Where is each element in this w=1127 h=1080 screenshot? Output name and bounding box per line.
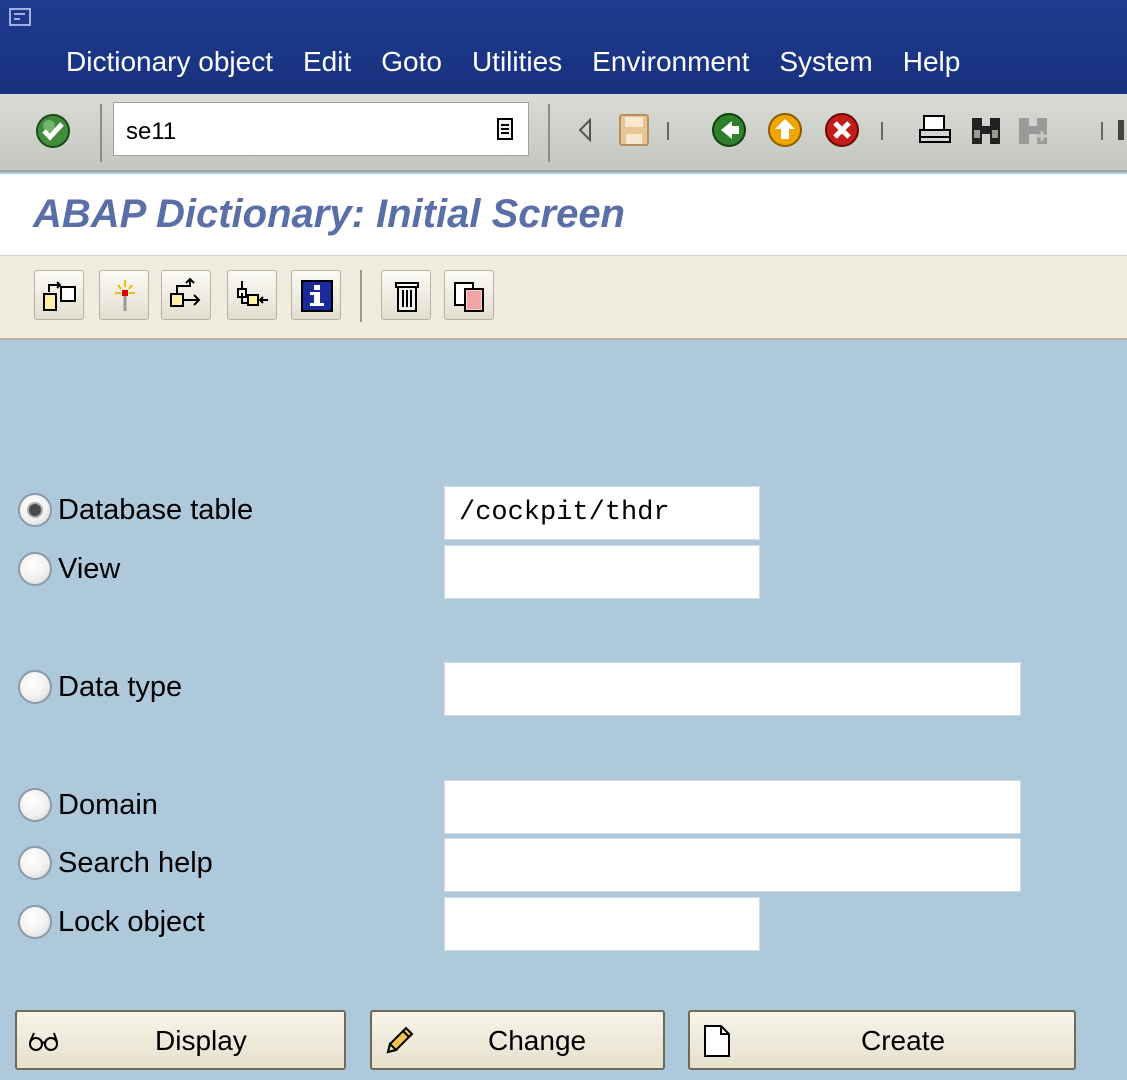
application-toolbar	[0, 256, 1127, 340]
option-database-table[interactable]: Database table	[18, 493, 253, 527]
copy-button[interactable]	[444, 270, 494, 320]
menu-bar: Dictionary object Edit Goto Utilities En…	[0, 0, 1127, 94]
menu-environment[interactable]: Environment	[592, 46, 749, 78]
menu-utilities[interactable]: Utilities	[472, 46, 562, 78]
first-page-icon[interactable]	[1112, 110, 1127, 150]
option-data-type[interactable]: Data type	[18, 670, 182, 704]
command-field-value: se11	[126, 118, 177, 145]
display-object-list-button[interactable]	[227, 270, 277, 320]
exit-icon[interactable]	[765, 110, 805, 150]
pencil-icon	[386, 1026, 414, 1054]
radio-search-help[interactable]	[18, 846, 52, 880]
input-view[interactable]	[444, 545, 760, 599]
delete-button[interactable]	[381, 270, 431, 320]
radio-view[interactable]	[18, 552, 52, 586]
option-view[interactable]: View	[18, 552, 120, 586]
other-object-button[interactable]	[34, 270, 84, 320]
menu-dictionary-object[interactable]: Dictionary object	[66, 46, 273, 78]
copy-icon	[454, 282, 484, 312]
radio-domain[interactable]	[18, 788, 52, 822]
toolbar-separator	[667, 122, 669, 140]
collapse-arrow-icon[interactable]	[566, 110, 606, 150]
command-history-icon[interactable]	[496, 118, 514, 140]
cancel-icon[interactable]	[822, 110, 862, 150]
info-button[interactable]	[291, 270, 341, 320]
input-lock-object[interactable]	[444, 897, 760, 951]
system-menu-icon[interactable]	[9, 8, 31, 26]
input-database-table-value: /cockpit/thdr	[459, 498, 670, 528]
glasses-icon	[29, 1032, 58, 1051]
app-toolbar-separator	[360, 270, 362, 322]
back-icon[interactable]	[709, 110, 749, 150]
menu-help[interactable]: Help	[903, 46, 961, 78]
change-button[interactable]: Change	[370, 1010, 665, 1070]
input-domain[interactable]	[444, 780, 1021, 834]
input-search-help[interactable]	[444, 838, 1021, 892]
toolbar-separator	[1101, 122, 1103, 140]
radio-database-table[interactable]	[18, 493, 52, 527]
radio-data-type[interactable]	[18, 670, 52, 704]
other-object-icon	[43, 281, 76, 311]
option-domain[interactable]: Domain	[18, 788, 158, 822]
label-search-help: Search help	[58, 846, 213, 879]
find-next-icon	[1019, 118, 1047, 144]
menu-system[interactable]: System	[779, 46, 872, 78]
toolbar-separator	[881, 122, 883, 140]
command-field[interactable]: se11	[113, 102, 529, 156]
input-database-table[interactable]: /cockpit/thdr	[444, 486, 760, 540]
where-used-button[interactable]	[161, 270, 211, 320]
toolbar-separator	[548, 104, 550, 162]
create-button-label: Create	[861, 1025, 946, 1056]
toolbar-separator	[100, 104, 102, 162]
activate-button[interactable]	[99, 270, 149, 320]
display-button[interactable]: Display	[15, 1010, 346, 1070]
display-button-label: Display	[155, 1025, 247, 1056]
find-icon[interactable]	[966, 110, 1006, 150]
option-lock-object[interactable]: Lock object	[18, 905, 205, 939]
object-list-icon	[237, 281, 268, 306]
trash-icon	[395, 282, 419, 312]
label-domain: Domain	[58, 788, 158, 821]
label-view: View	[58, 552, 121, 585]
label-lock-object: Lock object	[58, 905, 205, 938]
new-document-icon	[704, 1025, 730, 1057]
label-data-type: Data type	[58, 670, 183, 703]
option-search-help[interactable]: Search help	[18, 846, 213, 880]
print-icon[interactable]	[915, 110, 955, 150]
activate-wand-icon	[115, 280, 135, 311]
menu-goto[interactable]: Goto	[381, 46, 442, 78]
where-used-icon	[170, 277, 201, 307]
create-button[interactable]: Create	[688, 1010, 1076, 1070]
save-icon	[619, 114, 649, 146]
page-title: ABAP Dictionary: Initial Screen	[33, 192, 625, 236]
input-data-type[interactable]	[444, 662, 1021, 716]
info-icon	[301, 280, 333, 312]
label-database-table: Database table	[58, 493, 254, 526]
menu-edit[interactable]: Edit	[303, 46, 351, 78]
enter-check-icon[interactable]	[34, 112, 72, 150]
radio-lock-object[interactable]	[18, 905, 52, 939]
change-button-label: Change	[488, 1025, 587, 1056]
title-bar: ABAP Dictionary: Initial Screen	[0, 174, 1127, 256]
